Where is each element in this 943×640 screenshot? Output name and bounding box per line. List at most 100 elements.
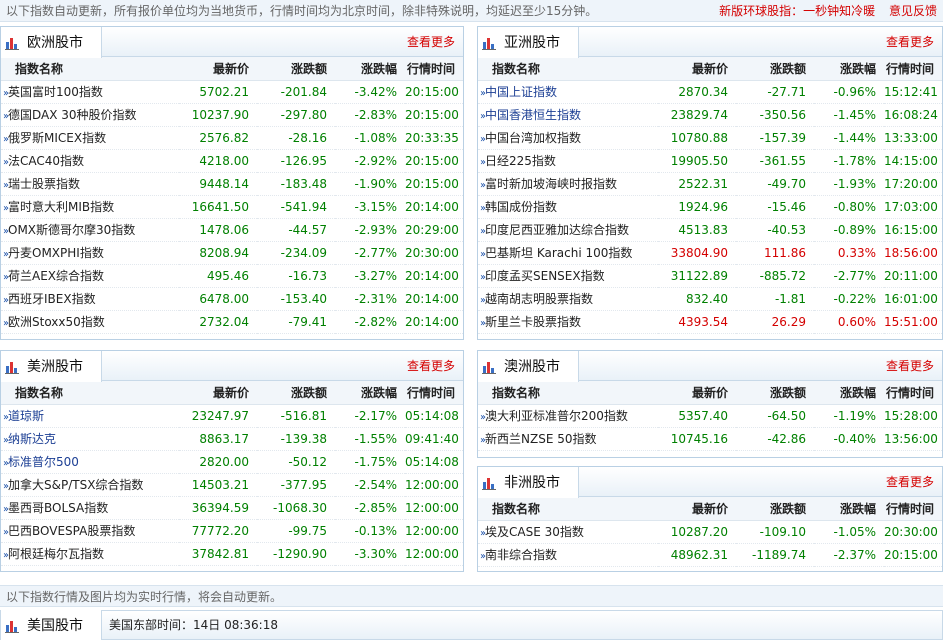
table-row[interactable]: ››新西兰NZSE 50指数 10745.16 -42.86 -0.40% 13:56:… bbox=[478, 427, 942, 451]
table-row[interactable]: ››标准普尔500 2820.00 -50.12 -1.75% 05:14:08 bbox=[1, 450, 463, 474]
index-name[interactable]: ››德国DAX 30种股价指数 bbox=[1, 103, 179, 127]
new-index-link[interactable]: 新版环球股指：一秒钟知冷暖 bbox=[719, 4, 875, 18]
table-row[interactable]: ››埃及CASE 30指数 10287.20 -109.10 -1.05% 20:30:… bbox=[478, 520, 942, 544]
index-name-text[interactable]: 俄罗斯MICEX指数 bbox=[8, 131, 106, 145]
table-row[interactable]: ››南非综合指数 48962.31 -1189.74 -2.37% 20:15:00 bbox=[478, 543, 942, 567]
index-name-text[interactable]: 富时意大利MIB指数 bbox=[8, 200, 114, 214]
index-name[interactable]: ››标准普尔500 bbox=[1, 450, 179, 474]
index-name[interactable]: ››OMX斯德哥尔摩30指数 bbox=[1, 218, 179, 242]
index-name[interactable]: ››埃及CASE 30指数 bbox=[478, 520, 658, 544]
index-name-text[interactable]: 富时新加坡海峡时报指数 bbox=[485, 177, 617, 191]
table-row[interactable]: ››法CAC40指数 4218.00 -126.95 -2.92% 20:15:00 bbox=[1, 149, 463, 173]
table-row[interactable]: ››西班牙IBEX指数 6478.00 -153.40 -2.31% 20:14:00 bbox=[1, 287, 463, 311]
index-name-text[interactable]: 墨西哥BOLSA指数 bbox=[8, 501, 108, 515]
index-name-text[interactable]: 巴基斯坦 Karachi 100指数 bbox=[485, 246, 632, 260]
index-name-text[interactable]: 瑞士股票指数 bbox=[8, 177, 80, 191]
index-name-text[interactable]: 中国香港恒生指数 bbox=[485, 108, 581, 122]
index-name[interactable]: ››法CAC40指数 bbox=[1, 149, 179, 173]
asia-more-link[interactable]: 查看更多 bbox=[886, 27, 934, 57]
index-name[interactable]: ››西班牙IBEX指数 bbox=[1, 287, 179, 311]
index-name[interactable]: ››俄罗斯MICEX指数 bbox=[1, 126, 179, 150]
us-market-tab[interactable]: 美国股市 bbox=[1, 610, 102, 640]
table-row[interactable]: ››印度孟买SENSEX指数 31122.89 -885.72 -2.77% 20:11… bbox=[478, 264, 942, 288]
index-name-text[interactable]: 加拿大S&P/TSX综合指数 bbox=[8, 478, 143, 492]
table-row[interactable]: ››中国上证指数 2870.34 -27.71 -0.96% 15:12:41 bbox=[478, 80, 942, 104]
table-row[interactable]: ››OMX斯德哥尔摩30指数 1478.06 -44.57 -2.93% 20:29:0… bbox=[1, 218, 463, 242]
africa-tab[interactable]: 非洲股市 bbox=[478, 467, 579, 498]
index-name[interactable]: ››巴西BOVESPA股票指数 bbox=[1, 519, 179, 543]
table-row[interactable]: ››日经225指数 19905.50 -361.55 -1.78% 14:15:00 bbox=[478, 149, 942, 173]
index-name[interactable]: ››道琼斯 bbox=[1, 404, 179, 428]
table-row[interactable]: ››澳大利亚标准普尔200指数 5357.40 -64.50 -1.19% 15:28:… bbox=[478, 404, 942, 428]
table-row[interactable]: ››中国台湾加权指数 10780.88 -157.39 -1.44% 13:33:00 bbox=[478, 126, 942, 150]
index-name-text[interactable]: 日经225指数 bbox=[485, 154, 556, 168]
feedback-link[interactable]: 意见反馈 bbox=[889, 4, 937, 18]
index-name-text[interactable]: 印度孟买SENSEX指数 bbox=[485, 269, 605, 283]
index-name[interactable]: ››日经225指数 bbox=[478, 149, 658, 173]
table-row[interactable]: ››越南胡志明股票指数 832.40 -1.81 -0.22% 16:01:00 bbox=[478, 287, 942, 311]
index-name[interactable]: ››丹麦OMXPHI指数 bbox=[1, 241, 179, 265]
index-name-text[interactable]: 阿根廷梅尔瓦指数 bbox=[8, 547, 104, 561]
index-name[interactable]: ››荷兰AEX综合指数 bbox=[1, 264, 179, 288]
index-name-text[interactable]: 巴西BOVESPA股票指数 bbox=[8, 524, 135, 538]
table-row[interactable]: ››巴基斯坦 Karachi 100指数 33804.90 111.86 0.33% 1… bbox=[478, 241, 942, 265]
table-row[interactable]: ››瑞士股票指数 9448.14 -183.48 -1.90% 20:15:00 bbox=[1, 172, 463, 196]
index-name-text[interactable]: 标准普尔500 bbox=[8, 455, 79, 469]
index-name[interactable]: ››中国台湾加权指数 bbox=[478, 126, 658, 150]
index-name-text[interactable]: 斯里兰卡股票指数 bbox=[485, 315, 581, 329]
index-name[interactable]: ››韩国成份指数 bbox=[478, 195, 658, 219]
table-row[interactable]: ››巴西BOVESPA股票指数 77772.20 -99.75 -0.13% 12:00… bbox=[1, 519, 463, 543]
index-name[interactable]: ››加拿大S&P/TSX综合指数 bbox=[1, 473, 179, 497]
index-name[interactable]: ››阿根廷梅尔瓦指数 bbox=[1, 542, 179, 566]
table-row[interactable]: ››印度尼西亚雅加达综合指数 4513.83 -40.53 -0.89% 16:15:0… bbox=[478, 218, 942, 242]
table-row[interactable]: ››中国香港恒生指数 23829.74 -350.56 -1.45% 16:08:24 bbox=[478, 103, 942, 127]
index-name[interactable]: ››澳大利亚标准普尔200指数 bbox=[478, 404, 658, 428]
index-name-text[interactable]: OMX斯德哥尔摩30指数 bbox=[8, 223, 135, 237]
index-name-text[interactable]: 荷兰AEX综合指数 bbox=[8, 269, 104, 283]
table-row[interactable]: ››阿根廷梅尔瓦指数 37842.81 -1290.90 -3.30% 12:00:00 bbox=[1, 542, 463, 566]
europe-tab[interactable]: 欧洲股市 bbox=[1, 27, 102, 58]
index-name-text[interactable]: 欧洲Stoxx50指数 bbox=[8, 315, 105, 329]
africa-more-link[interactable]: 查看更多 bbox=[886, 467, 934, 497]
index-name[interactable]: ››斯里兰卡股票指数 bbox=[478, 310, 658, 334]
oceania-tab[interactable]: 澳洲股市 bbox=[478, 351, 579, 382]
index-name[interactable]: ››新西兰NZSE 50指数 bbox=[478, 427, 658, 451]
table-row[interactable]: ››荷兰AEX综合指数 495.46 -16.73 -3.27% 20:14:00 bbox=[1, 264, 463, 288]
index-name[interactable]: ››印度孟买SENSEX指数 bbox=[478, 264, 658, 288]
table-row[interactable]: ››斯里兰卡股票指数 4393.54 26.29 0.60% 15:51:00 bbox=[478, 310, 942, 334]
index-name[interactable]: ››印度尼西亚雅加达综合指数 bbox=[478, 218, 658, 242]
index-name-text[interactable]: 英国富时100指数 bbox=[8, 85, 103, 99]
table-row[interactable]: ››道琼斯 23247.97 -516.81 -2.17% 05:14:08 bbox=[1, 404, 463, 428]
index-name[interactable]: ››欧洲Stoxx50指数 bbox=[1, 310, 179, 334]
index-name-text[interactable]: 南非综合指数 bbox=[485, 548, 557, 562]
index-name-text[interactable]: 德国DAX 30种股价指数 bbox=[8, 108, 137, 122]
table-row[interactable]: ››韩国成份指数 1924.96 -15.46 -0.80% 17:03:00 bbox=[478, 195, 942, 219]
index-name[interactable]: ››富时新加坡海峡时报指数 bbox=[478, 172, 658, 196]
index-name-text[interactable]: 西班牙IBEX指数 bbox=[8, 292, 96, 306]
index-name[interactable]: ››英国富时100指数 bbox=[1, 80, 179, 104]
index-name-text[interactable]: 道琼斯 bbox=[8, 409, 44, 423]
index-name[interactable]: ››富时意大利MIB指数 bbox=[1, 195, 179, 219]
index-name[interactable]: ››中国上证指数 bbox=[478, 80, 658, 104]
asia-tab[interactable]: 亚洲股市 bbox=[478, 27, 579, 58]
table-row[interactable]: ››加拿大S&P/TSX综合指数 14503.21 -377.95 -2.54% 12:… bbox=[1, 473, 463, 497]
index-name-text[interactable]: 法CAC40指数 bbox=[8, 154, 84, 168]
index-name[interactable]: ››南非综合指数 bbox=[478, 543, 658, 567]
table-row[interactable]: ››欧洲Stoxx50指数 2732.04 -79.41 -2.82% 20:14:00 bbox=[1, 310, 463, 334]
table-row[interactable]: ››富时新加坡海峡时报指数 2522.31 -49.70 -1.93% 17:20:00 bbox=[478, 172, 942, 196]
america-tab[interactable]: 美洲股市 bbox=[1, 351, 102, 382]
index-name-text[interactable]: 中国台湾加权指数 bbox=[485, 131, 581, 145]
table-row[interactable]: ››墨西哥BOLSA指数 36394.59 -1068.30 -2.85% 12:00:… bbox=[1, 496, 463, 520]
index-name[interactable]: ››瑞士股票指数 bbox=[1, 172, 179, 196]
table-row[interactable]: ››英国富时100指数 5702.21 -201.84 -3.42% 20:15:00 bbox=[1, 80, 463, 104]
index-name-text[interactable]: 澳大利亚标准普尔200指数 bbox=[485, 409, 628, 423]
table-row[interactable]: ››俄罗斯MICEX指数 2576.82 -28.16 -1.08% 20:33:35 bbox=[1, 126, 463, 150]
oceania-more-link[interactable]: 查看更多 bbox=[886, 351, 934, 381]
table-row[interactable]: ››德国DAX 30种股价指数 10237.90 -297.80 -2.83% 20:1… bbox=[1, 103, 463, 127]
index-name-text[interactable]: 丹麦OMXPHI指数 bbox=[8, 246, 104, 260]
table-row[interactable]: ››富时意大利MIB指数 16641.50 -541.94 -3.15% 20:14:0… bbox=[1, 195, 463, 219]
europe-more-link[interactable]: 查看更多 bbox=[407, 27, 455, 57]
america-more-link[interactable]: 查看更多 bbox=[407, 351, 455, 381]
index-name[interactable]: ››越南胡志明股票指数 bbox=[478, 287, 658, 311]
index-name[interactable]: ››墨西哥BOLSA指数 bbox=[1, 496, 179, 520]
